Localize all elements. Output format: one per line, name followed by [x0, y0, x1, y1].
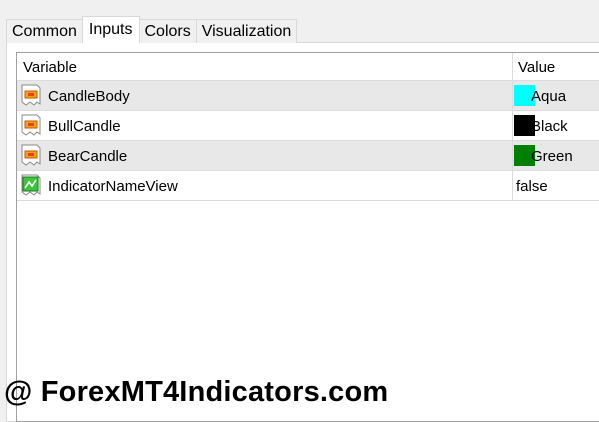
variable-name: CandleBody	[48, 88, 130, 105]
value-cell[interactable]: Black	[531, 111, 568, 140]
tab-colors[interactable]: Colors	[138, 19, 197, 43]
color-param-icon	[20, 84, 42, 107]
bool-param-icon	[20, 174, 42, 197]
variable-name: IndicatorNameView	[48, 178, 178, 195]
tab-bar: Common Inputs Colors Visualization	[6, 16, 298, 43]
table-row[interactable]: IndicatorNameView false	[17, 171, 599, 201]
value-cell[interactable]: false	[516, 171, 548, 200]
cell-divider	[512, 81, 513, 111]
column-divider[interactable]	[512, 53, 513, 81]
tab-inputs[interactable]: Inputs	[81, 16, 140, 43]
header-value[interactable]: Value	[518, 53, 555, 80]
cell-divider	[512, 141, 513, 171]
variable-name: BearCandle	[48, 148, 128, 165]
variable-name: BullCandle	[48, 118, 121, 135]
color-param-icon	[20, 114, 42, 137]
table-row[interactable]: CandleBody Aqua	[17, 81, 599, 111]
table-row[interactable]: BearCandle Green	[17, 141, 599, 171]
watermark: @ ForexMT4Indicators.com	[4, 376, 389, 408]
inputs-table: Variable Value CandleBody Aqua BullCandl…	[16, 52, 599, 422]
table-header: Variable Value	[17, 53, 599, 81]
table-row[interactable]: BullCandle Black	[17, 111, 599, 141]
tab-visualization[interactable]: Visualization	[195, 19, 298, 43]
header-variable[interactable]: Variable	[23, 53, 77, 80]
color-param-icon	[20, 144, 42, 167]
cell-divider	[512, 171, 513, 201]
value-cell[interactable]: Aqua	[531, 81, 566, 110]
cell-divider	[512, 111, 513, 141]
tab-common[interactable]: Common	[6, 19, 83, 43]
value-cell[interactable]: Green	[531, 141, 573, 170]
